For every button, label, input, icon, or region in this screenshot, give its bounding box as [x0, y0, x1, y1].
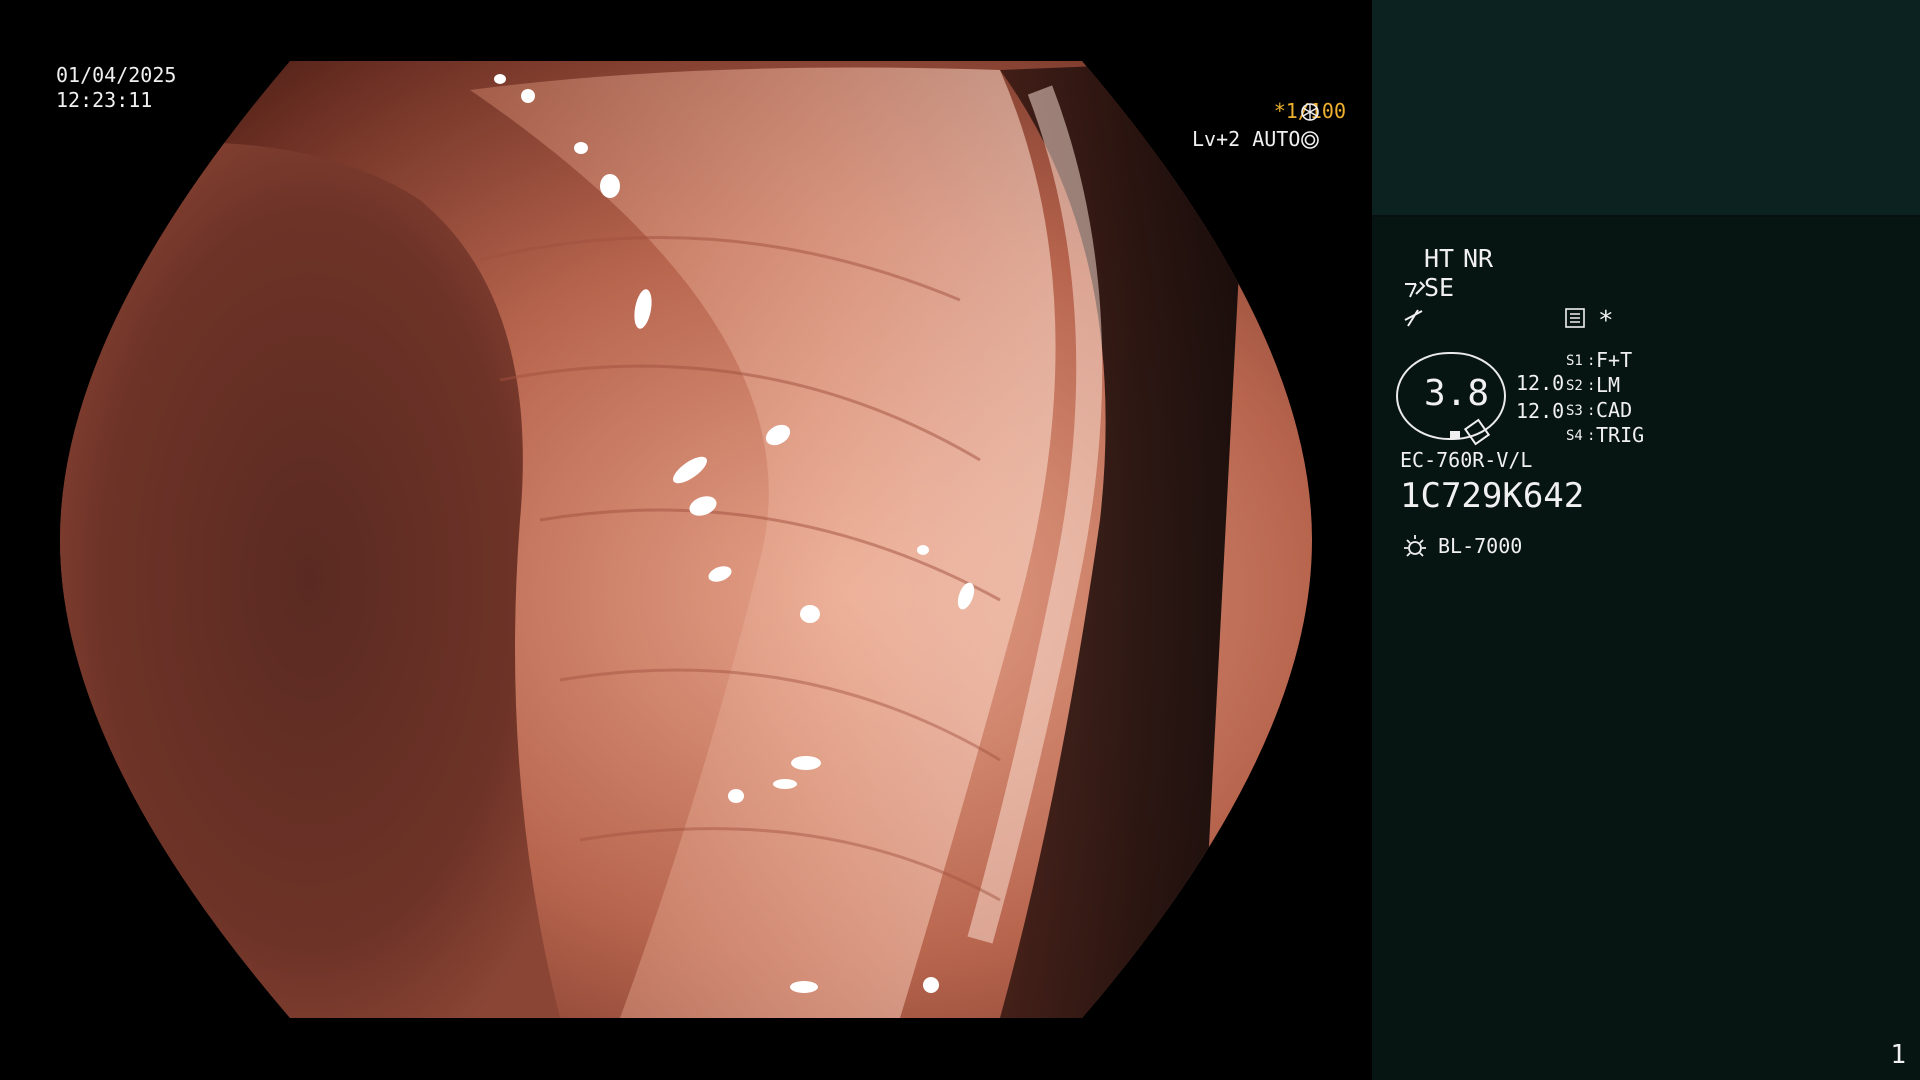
wave-icon: [1404, 309, 1423, 327]
switch-key: S2: [1566, 378, 1583, 394]
enhance-ht-label: HT: [1424, 244, 1455, 273]
switch-value: F+T: [1596, 348, 1633, 372]
switch-key: S1: [1566, 353, 1583, 369]
panel-header-area: [1372, 0, 1920, 215]
light-source: BL-7000: [1438, 534, 1523, 558]
enhance-nr-label: NR: [1463, 244, 1494, 273]
endoscope-view: 01/04/2025 12:23:11 *1/100 Lv+2 AUTO: [0, 0, 1372, 1080]
endoscope-image: [60, 61, 1312, 1018]
switch-colon: :: [1587, 353, 1596, 369]
scope-serial: 1C729K642: [1400, 476, 1585, 516]
shutter-readout: *1/100: [1228, 99, 1346, 124]
star-marker: *: [1598, 306, 1614, 336]
switch-colon: :: [1587, 403, 1596, 419]
level-mode-text: Lv+2 AUTO: [1192, 127, 1301, 151]
time-text: 12:23:11: [56, 88, 153, 112]
switch-key: S3: [1566, 403, 1583, 419]
zoom-line-1: 12.0: [1516, 371, 1565, 395]
iris-icon: [1301, 131, 1319, 149]
pen-icon: [1405, 281, 1426, 298]
page-number: 1: [1890, 1040, 1906, 1070]
panel-divider: [1372, 215, 1920, 217]
structure-se-label: SE: [1424, 273, 1455, 302]
level-mode-readout: Lv+2 AUTO: [1192, 127, 1301, 152]
switch-colon: :: [1587, 378, 1596, 394]
zoom-line-2: 12.0: [1516, 399, 1565, 423]
menu-icon: [1565, 308, 1585, 328]
datetime-readout: 01/04/2025 12:23:11: [56, 63, 176, 113]
switch-key: S4: [1566, 428, 1583, 444]
date-text: 01/04/2025: [56, 63, 177, 87]
scope-model: EC-760R-V/L: [1400, 448, 1533, 472]
switch-value: TRIG: [1596, 423, 1645, 447]
switch-colon: :: [1587, 428, 1596, 444]
zoom-value: 3.8: [1424, 373, 1490, 414]
switch-value: LM: [1596, 373, 1621, 397]
switch-value: CAD: [1596, 398, 1633, 422]
zoom-indicator-dot: [1450, 431, 1460, 439]
sun-icon: [1404, 535, 1426, 557]
status-panel: HT NR SE * 3.8 12.0 12.0 S1 : F+T S2 : L…: [1372, 0, 1920, 1080]
aperture-icon: [1301, 103, 1319, 121]
